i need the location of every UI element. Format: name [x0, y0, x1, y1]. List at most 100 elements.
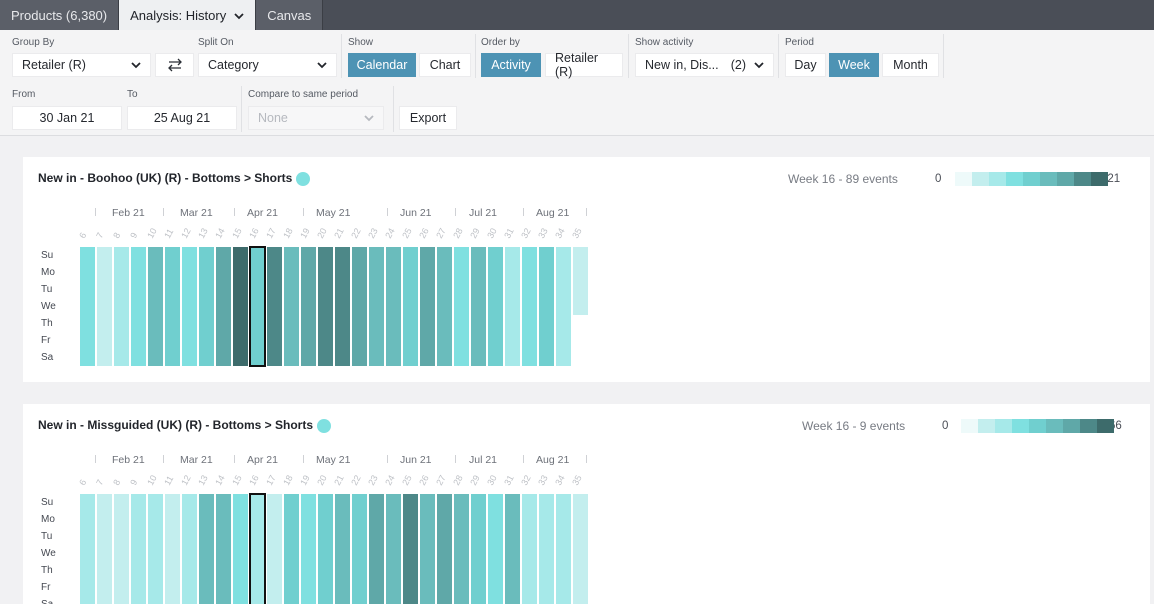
group-by-select[interactable]: Retailer (R): [12, 53, 151, 77]
heatmap-cell[interactable]: [148, 247, 163, 366]
heatmap-cell[interactable]: [284, 494, 299, 604]
divider: [943, 34, 944, 78]
period-week-button[interactable]: Week: [829, 53, 879, 77]
heatmap-cell[interactable]: [80, 494, 95, 604]
from-label: From: [12, 89, 36, 100]
heatmap-cell[interactable]: [539, 247, 554, 366]
heatmap-cell[interactable]: [182, 247, 197, 366]
heatmap-cell[interactable]: [148, 494, 163, 604]
heatmap-cell[interactable]: [573, 247, 588, 315]
split-on-select[interactable]: Category: [198, 53, 337, 77]
order-activity-button[interactable]: Activity: [481, 53, 541, 77]
show-calendar-button[interactable]: Calendar: [348, 53, 416, 77]
heatmap-cell[interactable]: [114, 247, 129, 366]
heatmap-cell[interactable]: [216, 494, 231, 604]
show-chart-button[interactable]: Chart: [419, 53, 471, 77]
heatmap-cell[interactable]: [284, 247, 299, 366]
scale-swatch: [1063, 419, 1080, 433]
tab-analysis-history[interactable]: Analysis: History: [119, 0, 257, 30]
chevron-down-icon[interactable]: [234, 8, 244, 23]
heatmap-cell[interactable]: [471, 494, 486, 604]
compare-select[interactable]: None: [248, 106, 384, 130]
export-button[interactable]: Export: [399, 106, 457, 130]
week-label: 23: [366, 473, 380, 487]
month-separator: [234, 455, 235, 463]
month-separator: [455, 208, 456, 216]
heatmap-cell[interactable]: [539, 494, 554, 604]
heatmap-cell[interactable]: [199, 247, 214, 366]
heatmap-cell[interactable]: [403, 494, 418, 604]
heatmap-cell[interactable]: [233, 494, 248, 604]
heatmap-cell[interactable]: [573, 494, 588, 604]
week-label: 30: [485, 473, 499, 487]
to-date-input[interactable]: 25 Aug 21: [127, 106, 237, 130]
period-month-button[interactable]: Month: [882, 53, 939, 77]
heatmap-cell[interactable]: [80, 247, 95, 366]
week-label: 26: [417, 473, 431, 487]
divider: [341, 34, 342, 78]
heatmap-cell[interactable]: [335, 247, 350, 366]
tab-products[interactable]: Products (6,380): [0, 0, 120, 30]
swap-button[interactable]: [155, 53, 194, 77]
heatmap-cell[interactable]: [233, 247, 248, 366]
heatmap-cell[interactable]: [369, 494, 384, 604]
heatmap-cell[interactable]: [165, 247, 180, 366]
week-label: 18: [281, 226, 295, 240]
order-retailer-button[interactable]: Retailer (R): [545, 51, 623, 79]
heatmap-cell[interactable]: [301, 494, 316, 604]
heatmap-cell[interactable]: [335, 494, 350, 604]
week-label: 31: [502, 473, 516, 487]
heatmap-cell[interactable]: [216, 247, 231, 366]
heatmap-cell[interactable]: [505, 247, 520, 366]
heatmap-cell[interactable]: [556, 247, 571, 366]
series-color-dot: [317, 419, 331, 433]
period-day-button[interactable]: Day: [785, 53, 826, 77]
heatmap-cell[interactable]: [267, 247, 282, 366]
heatmap-cell[interactable]: [352, 494, 367, 604]
heatmap-cell[interactable]: [420, 247, 435, 366]
week-label: 35: [570, 473, 584, 487]
month-separator: [303, 208, 304, 216]
month-separator: [163, 455, 164, 463]
heatmap-cell[interactable]: [301, 247, 316, 366]
heatmap-cell[interactable]: [556, 494, 571, 604]
heatmap-cell[interactable]: [522, 494, 537, 604]
show-activity-select[interactable]: New in, Dis... (2): [635, 53, 774, 77]
heatmap-cell[interactable]: [131, 494, 146, 604]
heatmap-cell[interactable]: [488, 247, 503, 366]
week-label: 14: [213, 226, 227, 240]
show-activity-value: New in, Dis...: [645, 58, 719, 72]
heatmap-cell[interactable]: [114, 494, 129, 604]
heatmap-cell[interactable]: [403, 247, 418, 366]
month-separator: [523, 455, 524, 463]
day-label: Mo: [41, 514, 55, 525]
heatmap-cell[interactable]: [165, 494, 180, 604]
heatmap-cell[interactable]: [318, 247, 333, 366]
heatmap-cell[interactable]: [471, 247, 486, 366]
heatmap-cell[interactable]: [97, 247, 112, 366]
month-label: Feb 21: [112, 207, 145, 219]
week-label: 6: [77, 477, 89, 487]
heatmap-cell[interactable]: [488, 494, 503, 604]
heatmap-cell[interactable]: [199, 494, 214, 604]
heatmap-cell[interactable]: [437, 494, 452, 604]
heatmap-cell[interactable]: [182, 494, 197, 604]
heatmap-cell[interactable]: [318, 494, 333, 604]
heatmap-cell[interactable]: [267, 494, 282, 604]
week-label: 12: [179, 226, 193, 240]
heatmap-cell[interactable]: [97, 494, 112, 604]
heatmap-cell[interactable]: [386, 247, 401, 366]
heatmap-cell[interactable]: [352, 247, 367, 366]
from-date-input[interactable]: 30 Jan 21: [12, 106, 122, 130]
heatmap-cell[interactable]: [369, 247, 384, 366]
tab-canvas[interactable]: Canvas: [256, 0, 324, 30]
heatmap-cell[interactable]: [386, 494, 401, 604]
heatmap-cell[interactable]: [420, 494, 435, 604]
heatmap-cell[interactable]: [437, 247, 452, 366]
heatmap-cell[interactable]: [522, 247, 537, 366]
heatmap-cell[interactable]: [505, 494, 520, 604]
divider: [475, 34, 476, 78]
heatmap-cell[interactable]: [454, 247, 469, 366]
heatmap-cell[interactable]: [131, 247, 146, 366]
heatmap-cell[interactable]: [454, 494, 469, 604]
